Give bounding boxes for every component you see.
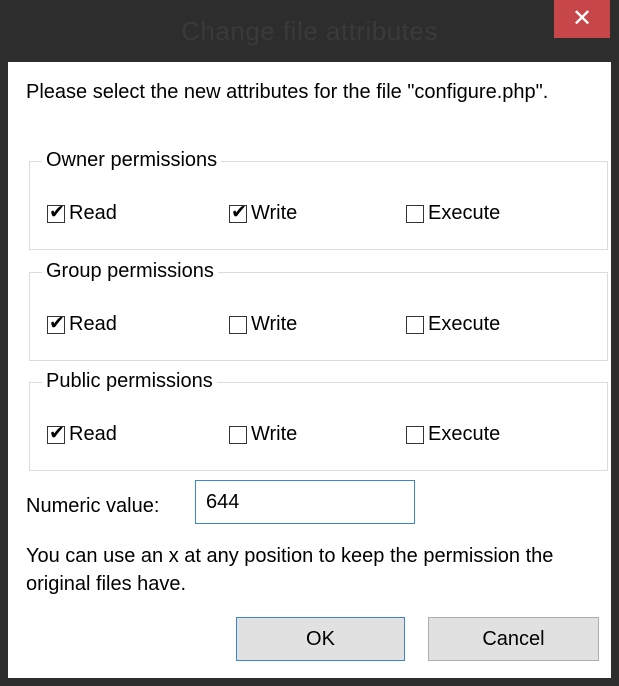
checkbox-box[interactable]: ✔ xyxy=(47,202,65,223)
change-file-attributes-dialog: Change file attributes ✕ Please select t… xyxy=(0,0,619,686)
hint-text: You can use an x at any position to keep… xyxy=(26,545,554,595)
checkbox-label: Execute xyxy=(428,313,501,335)
numeric-value-input[interactable] xyxy=(195,480,415,524)
checkbox-box[interactable]: ✔ xyxy=(229,202,247,223)
checkbox-label: Execute xyxy=(428,423,501,445)
checkbox-box[interactable]: ✔ xyxy=(406,204,424,223)
checkbox-label: Write xyxy=(251,423,298,445)
group-permissions-group: Group permissions ✔ Read ✔ Write ✔ Execu… xyxy=(29,258,608,361)
checkbox-box[interactable]: ✔ xyxy=(406,425,424,444)
owner-permissions-group: Owner permissions ✔ Read ✔ Write ✔ Execu… xyxy=(29,147,608,250)
checkbox-label: Read xyxy=(69,202,117,224)
checkmark-icon: ✔ xyxy=(231,201,247,223)
public-permissions-legend: Public permissions xyxy=(42,368,217,394)
checkbox-label: Write xyxy=(251,202,298,224)
close-icon: ✕ xyxy=(571,5,593,32)
checkbox-label: Execute xyxy=(428,202,501,224)
cancel-button[interactable]: Cancel xyxy=(428,617,599,661)
public-permissions-group: Public permissions ✔ Read ✔ Write ✔ Exec… xyxy=(29,368,608,471)
owner-write-checkbox[interactable]: ✔ Write xyxy=(229,202,297,225)
checkbox-label: Read xyxy=(69,313,117,335)
group-read-checkbox[interactable]: ✔ Read xyxy=(47,313,117,336)
checkbox-box[interactable]: ✔ xyxy=(406,315,424,334)
checkbox-box[interactable]: ✔ xyxy=(47,313,65,334)
dialog-body: Please select the new attributes for the… xyxy=(8,62,611,678)
owner-permissions-legend: Owner permissions xyxy=(42,147,222,173)
ok-button[interactable]: OK xyxy=(236,617,405,661)
checkbox-label: Read xyxy=(69,423,117,445)
owner-read-checkbox[interactable]: ✔ Read xyxy=(47,202,117,225)
public-write-checkbox[interactable]: ✔ Write xyxy=(229,423,297,446)
checkmark-icon: ✔ xyxy=(49,422,65,444)
close-button[interactable]: ✕ xyxy=(554,0,610,38)
checkmark-icon: ✔ xyxy=(49,201,65,223)
group-write-checkbox[interactable]: ✔ Write xyxy=(229,313,297,336)
public-execute-checkbox[interactable]: ✔ Execute xyxy=(406,423,500,446)
public-read-checkbox[interactable]: ✔ Read xyxy=(47,423,117,446)
intro-text: Please select the new attributes for the… xyxy=(26,81,549,103)
checkbox-box[interactable]: ✔ xyxy=(229,425,247,444)
group-execute-checkbox[interactable]: ✔ Execute xyxy=(406,313,500,336)
checkbox-box[interactable]: ✔ xyxy=(47,423,65,444)
group-permissions-legend: Group permissions xyxy=(42,258,218,284)
owner-execute-checkbox[interactable]: ✔ Execute xyxy=(406,202,500,225)
numeric-value-label: Numeric value: xyxy=(26,495,160,517)
checkbox-box[interactable]: ✔ xyxy=(229,315,247,334)
dialog-title: Change file attributes xyxy=(181,16,438,46)
title-bar[interactable]: Change file attributes ✕ xyxy=(0,0,619,62)
checkbox-label: Write xyxy=(251,313,298,335)
checkmark-icon: ✔ xyxy=(49,312,65,334)
